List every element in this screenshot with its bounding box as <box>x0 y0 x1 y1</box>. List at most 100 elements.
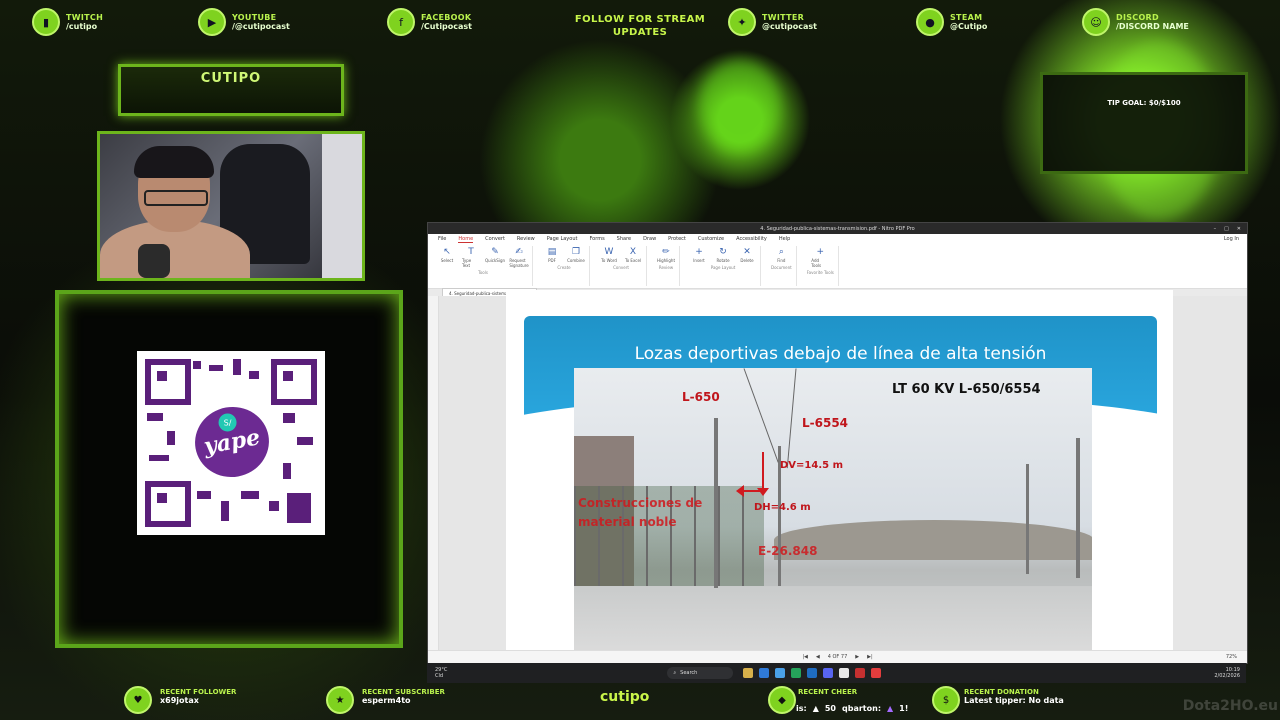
webcam-person-hair <box>134 146 214 178</box>
qr-module <box>249 371 259 379</box>
rotate-button[interactable]: ↻ Rotate <box>714 246 732 263</box>
watermark-text: Dota2HO.eu <box>1182 698 1278 714</box>
minimize-button[interactable]: – <box>1214 226 1217 232</box>
windows-taskbar: 29°C Cld ⌕ Search 10:19 2/02/2026 <box>427 663 1246 683</box>
menu-review[interactable]: Review <box>517 236 535 242</box>
select-tool-button[interactable]: ↖ Select <box>438 246 456 268</box>
horizontal-distance-arrow <box>736 485 764 497</box>
social-value: @cutipocast <box>762 22 817 31</box>
to-excel-button[interactable]: X To Excel <box>624 246 642 263</box>
ribbon-group-tools: ↖ Select T Type Text ✎ QuickSign ✍ Request S… <box>434 246 533 286</box>
to-word-button[interactable]: W To Word <box>600 246 618 263</box>
login-button[interactable]: Log In <box>1224 236 1239 242</box>
recent-donation-label: RECENT DONATION <box>964 688 1039 696</box>
qr-module <box>197 491 211 499</box>
edge-icon[interactable] <box>759 668 770 678</box>
bits-icon: ▲ <box>812 704 819 713</box>
menu-help[interactable]: Help <box>779 236 790 242</box>
twitter-icon: ✦ <box>728 8 756 36</box>
social-value: /@cutipocast <box>232 22 290 31</box>
clock-date: 2/02/2026 <box>1214 673 1240 679</box>
streamer-name: CUTIPO <box>200 71 262 86</box>
combine-button[interactable]: ❐ Combine <box>567 246 585 263</box>
ribbon-btn-label: Type Text <box>462 258 472 268</box>
menu-convert[interactable]: Convert <box>485 236 505 242</box>
recent-subscriber: ★ RECENT SUBSCRIBER esperm4to <box>326 686 445 714</box>
pen-icon: ✎ <box>491 247 499 257</box>
ribbon-btn-label: Rotate <box>716 258 730 263</box>
weather-widget[interactable]: 29°C Cld <box>435 667 447 679</box>
qr-module <box>233 359 241 375</box>
zoom-level[interactable]: 72% <box>1226 654 1237 660</box>
request-signature-button[interactable]: ✍ Request Signature <box>509 246 528 268</box>
highlight-icon: ✏ <box>662 247 670 257</box>
menu-share[interactable]: Share <box>617 236 631 242</box>
first-page-button[interactable]: |◀ <box>802 654 808 660</box>
recent-follower-name: x69jotax <box>160 696 199 705</box>
photo-hills <box>774 520 1092 560</box>
social-label: STEAM <box>950 12 983 22</box>
discord-taskbar-icon[interactable] <box>823 668 834 678</box>
power-line <box>743 368 779 463</box>
qr-finder <box>145 481 191 527</box>
vscode-icon[interactable] <box>807 668 818 678</box>
combine-icon: ❐ <box>571 247 581 257</box>
discord-icon: ☺ <box>1082 8 1110 36</box>
last-page-button[interactable]: ▶| <box>867 654 873 660</box>
obs-icon[interactable] <box>871 668 882 678</box>
create-pdf-button[interactable]: ▤ PDF <box>543 246 561 263</box>
document-workarea: Lozas deportivas debajo de línea de alta… <box>428 290 1247 656</box>
menu-forms[interactable]: Forms <box>589 236 604 242</box>
add-tools-button[interactable]: + Add Tools <box>811 246 829 268</box>
find-button[interactable]: ⌕ Find <box>772 246 790 263</box>
presentation-slide: Lozas deportivas debajo de línea de alta… <box>524 316 1157 656</box>
ribbon-btn-label: Add Tools <box>811 258 822 268</box>
page-indicator[interactable]: 4 OF 77 <box>828 654 848 660</box>
whatsapp-icon[interactable] <box>791 668 802 678</box>
qr-module <box>287 493 311 523</box>
photo-pole <box>714 418 718 588</box>
social-steam: ● STEAM @Cutipo <box>916 8 987 36</box>
text-icon: T <box>468 247 474 257</box>
glow-blob <box>700 60 780 150</box>
social-twitch: ▮ TWITCH/cutipo <box>32 8 103 36</box>
maximize-button[interactable]: □ <box>1224 226 1229 232</box>
ribbon-group-convert: W To Word X To Excel Convert <box>596 246 647 286</box>
menu-accessibility[interactable]: Accessibility <box>736 236 767 242</box>
taskbar-clock[interactable]: 10:19 2/02/2026 <box>1214 667 1240 679</box>
social-label: YOUTUBE <box>232 12 277 22</box>
recent-subscriber-name: esperm4to <box>362 696 411 705</box>
menu-file[interactable]: File <box>438 236 446 242</box>
chrome-icon[interactable] <box>839 668 850 678</box>
left-tool-rail <box>428 296 439 651</box>
store-icon[interactable] <box>775 668 786 678</box>
photo-pole <box>1076 438 1080 578</box>
file-explorer-icon[interactable] <box>743 668 754 678</box>
insert-page-button[interactable]: + Insert <box>690 246 708 263</box>
search-icon: ⌕ <box>778 247 784 257</box>
next-page-button[interactable]: ▶ <box>855 654 859 660</box>
prev-page-button[interactable]: ◀ <box>816 654 820 660</box>
highlight-button[interactable]: ✏ Highlight <box>657 246 675 263</box>
recent-follower-label: RECENT FOLLOWER <box>160 688 237 696</box>
menu-customize[interactable]: Customize <box>698 236 724 242</box>
quicksign-button[interactable]: ✎ QuickSign <box>485 246 505 268</box>
nitro-pdf-icon[interactable] <box>855 668 866 678</box>
menu-protect[interactable]: Protect <box>668 236 686 242</box>
recent-follower: ♥ RECENT FOLLOWER x69jotax <box>124 686 237 714</box>
ribbon-btn-label: Select <box>440 258 454 263</box>
label-constructions: Construcciones de material noble <box>578 496 703 530</box>
slide-photo: L-650 L-6554 LT 60 KV L-650/6554 DV=14.5… <box>574 368 1092 656</box>
type-text-button[interactable]: T Type Text <box>462 246 480 268</box>
donation-icon: $ <box>932 686 960 714</box>
qr-module <box>149 455 169 461</box>
menu-page-layout[interactable]: Page Layout <box>547 236 578 242</box>
delete-page-button[interactable]: ✕ Delete <box>738 246 756 263</box>
photo-court-ground <box>574 586 1092 656</box>
taskbar-search[interactable]: ⌕ Search <box>667 667 734 679</box>
qr-finder <box>271 359 317 405</box>
menu-home[interactable]: Home <box>458 236 474 243</box>
menu-draw[interactable]: Draw <box>643 236 656 242</box>
tip-goal-panel: TIP GOAL: $0/$100 <box>1040 72 1248 174</box>
close-button[interactable]: ✕ <box>1237 226 1241 232</box>
